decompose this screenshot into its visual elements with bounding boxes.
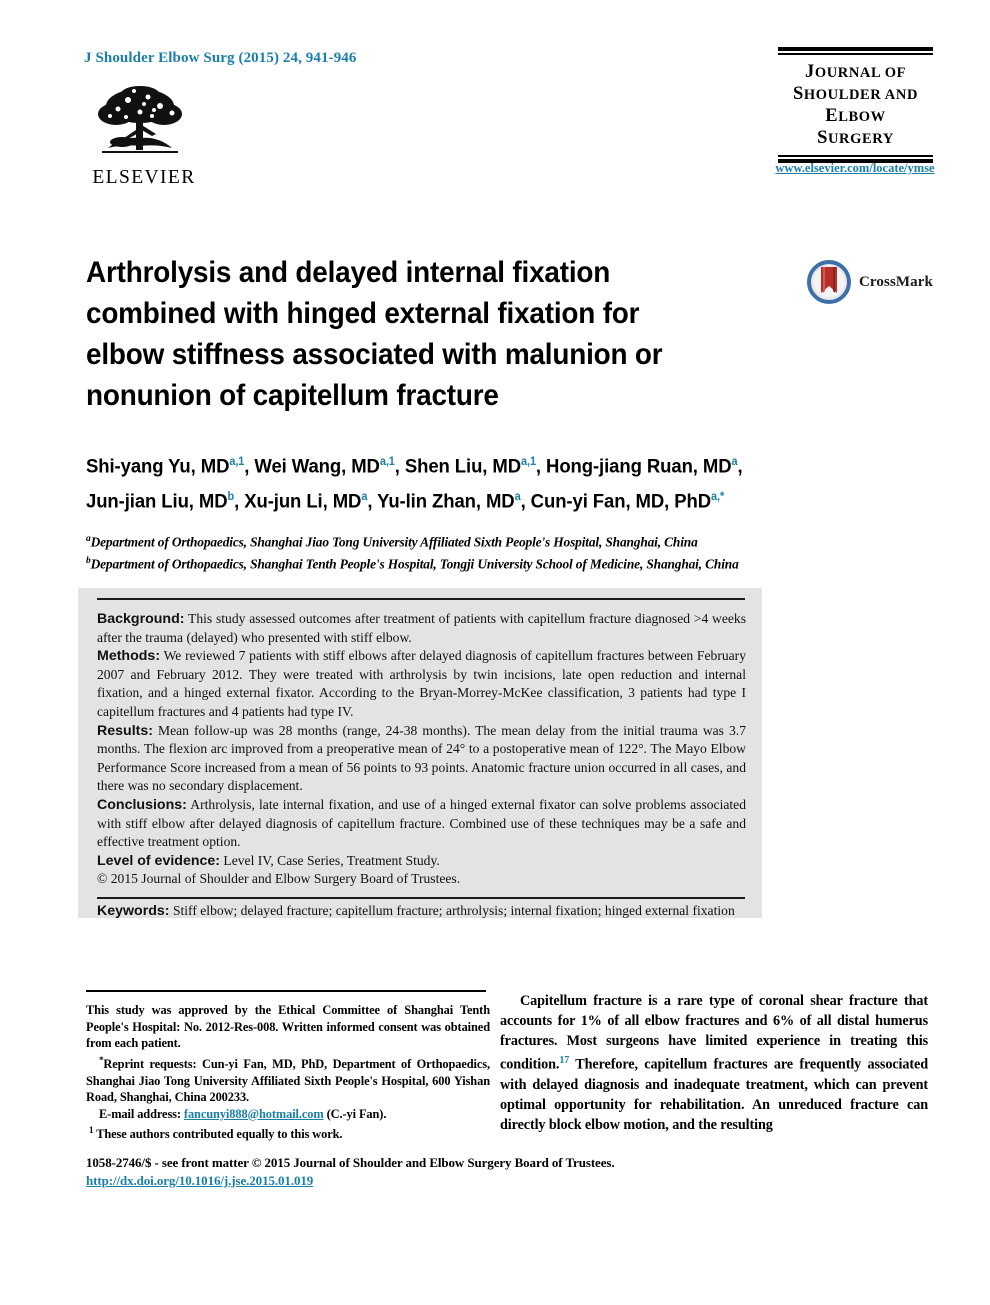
elsevier-wordmark: ELSEVIER: [92, 167, 196, 188]
abstract-methods: Methods: We reviewed 7 patients with sti…: [97, 648, 747, 719]
author-line-2: Jun-jian Liu, MDb, Xu-jun Li, MDa, Yu-li…: [86, 490, 725, 512]
footnote-ethics: This study was approved by the Ethical C…: [86, 1003, 490, 1051]
affiliation-b: bDepartment of Orthopaedics, Shanghai Te…: [86, 555, 739, 572]
abstract-bottom-rule: [97, 897, 745, 899]
masthead-line-4: SURGERY: [817, 128, 894, 148]
page-footer: 1058-2746/$ - see front matter © 2015 Jo…: [86, 1154, 786, 1189]
equal-contrib-marker: 1: [89, 1125, 94, 1136]
paper-page: J Shoulder Elbow Surg (2015) 24, 941-946: [0, 0, 990, 1305]
abstract-top-rule: [97, 598, 745, 600]
abstract-copyright: © 2015 Journal of Shoulder and Elbow Sur…: [97, 871, 461, 887]
author-line-1: Shi-yang Yu, MDa,1, Wei Wang, MDa,1, She…: [86, 455, 743, 478]
footnote-block: This study was approved by the Ethical C…: [86, 1002, 490, 1143]
journal-url-link[interactable]: www.elsevier.com/locate/ymse: [760, 161, 950, 176]
page-title: Arthrolysis and delayed internal fixatio…: [86, 256, 663, 412]
masthead-line-1: JOURNAL OF: [804, 62, 907, 82]
email-link[interactable]: fancunyi888@hotmail.com: [184, 1107, 324, 1121]
crossmark-icon: [807, 260, 851, 304]
footnote-column: This study was approved by the Ethical C…: [86, 990, 490, 1143]
elsevier-tree-icon: [98, 86, 182, 153]
body-column: Capitellum fracture is a rare type of co…: [500, 992, 928, 1135]
intro-paragraph: Capitellum fracture is a rare type of co…: [500, 993, 928, 1133]
footnote-reprint: *Reprint requests: Cun-yi Fan, MD, PhD, …: [86, 1054, 490, 1105]
masthead-line-2: SHOULDER AND: [792, 84, 919, 104]
masthead-top-rule: [778, 47, 933, 55]
footnote-divider: [86, 990, 486, 992]
elsevier-logo: ELSEVIER: [88, 82, 200, 189]
abstract-conclusions: Conclusions: Arthrolysis, late internal …: [97, 796, 747, 850]
author-list: Shi-yang Yu, MDa,1, Wei Wang, MDa,1, She…: [86, 447, 903, 516]
footnote-email: E-mail address: fancunyi888@hotmail.com …: [99, 1106, 387, 1121]
affiliation-list: aDepartment of Orthopaedics, Shanghai Ji…: [86, 530, 946, 574]
journal-masthead: JOURNAL OF SHOULDER AND ELBOW SURGERY: [778, 47, 933, 163]
abstract-level-of-evidence: Level of evidence: Level IV, Case Series…: [97, 852, 440, 869]
abstract-body: Background: This study assessed outcomes…: [97, 610, 746, 921]
journal-reference: J Shoulder Elbow Surg (2015) 24, 941-946: [84, 50, 357, 66]
issn-line: 1058-2746/$ - see front matter © 2015 Jo…: [86, 1155, 615, 1170]
masthead-line-3: ELBOW: [825, 106, 886, 126]
crossmark-label: CrossMark: [859, 273, 933, 290]
footnote-equal-contribution: 1 These authors contributed equally to t…: [89, 1125, 343, 1142]
abstract-keywords: Keywords: Stiff elbow; delayed fracture;…: [97, 902, 735, 919]
abstract-results: Results: Mean follow-up was 28 months (r…: [97, 722, 746, 794]
abstract-background: Background: This study assessed outcomes…: [97, 611, 746, 645]
crossmark-badge[interactable]: CrossMark: [806, 259, 933, 305]
abstract-box: Background: This study assessed outcomes…: [78, 588, 762, 921]
doi-link[interactable]: http://dx.doi.org/10.1016/j.jse.2015.01.…: [86, 1172, 786, 1190]
affiliation-a: aDepartment of Orthopaedics, Shanghai Ji…: [86, 534, 698, 550]
